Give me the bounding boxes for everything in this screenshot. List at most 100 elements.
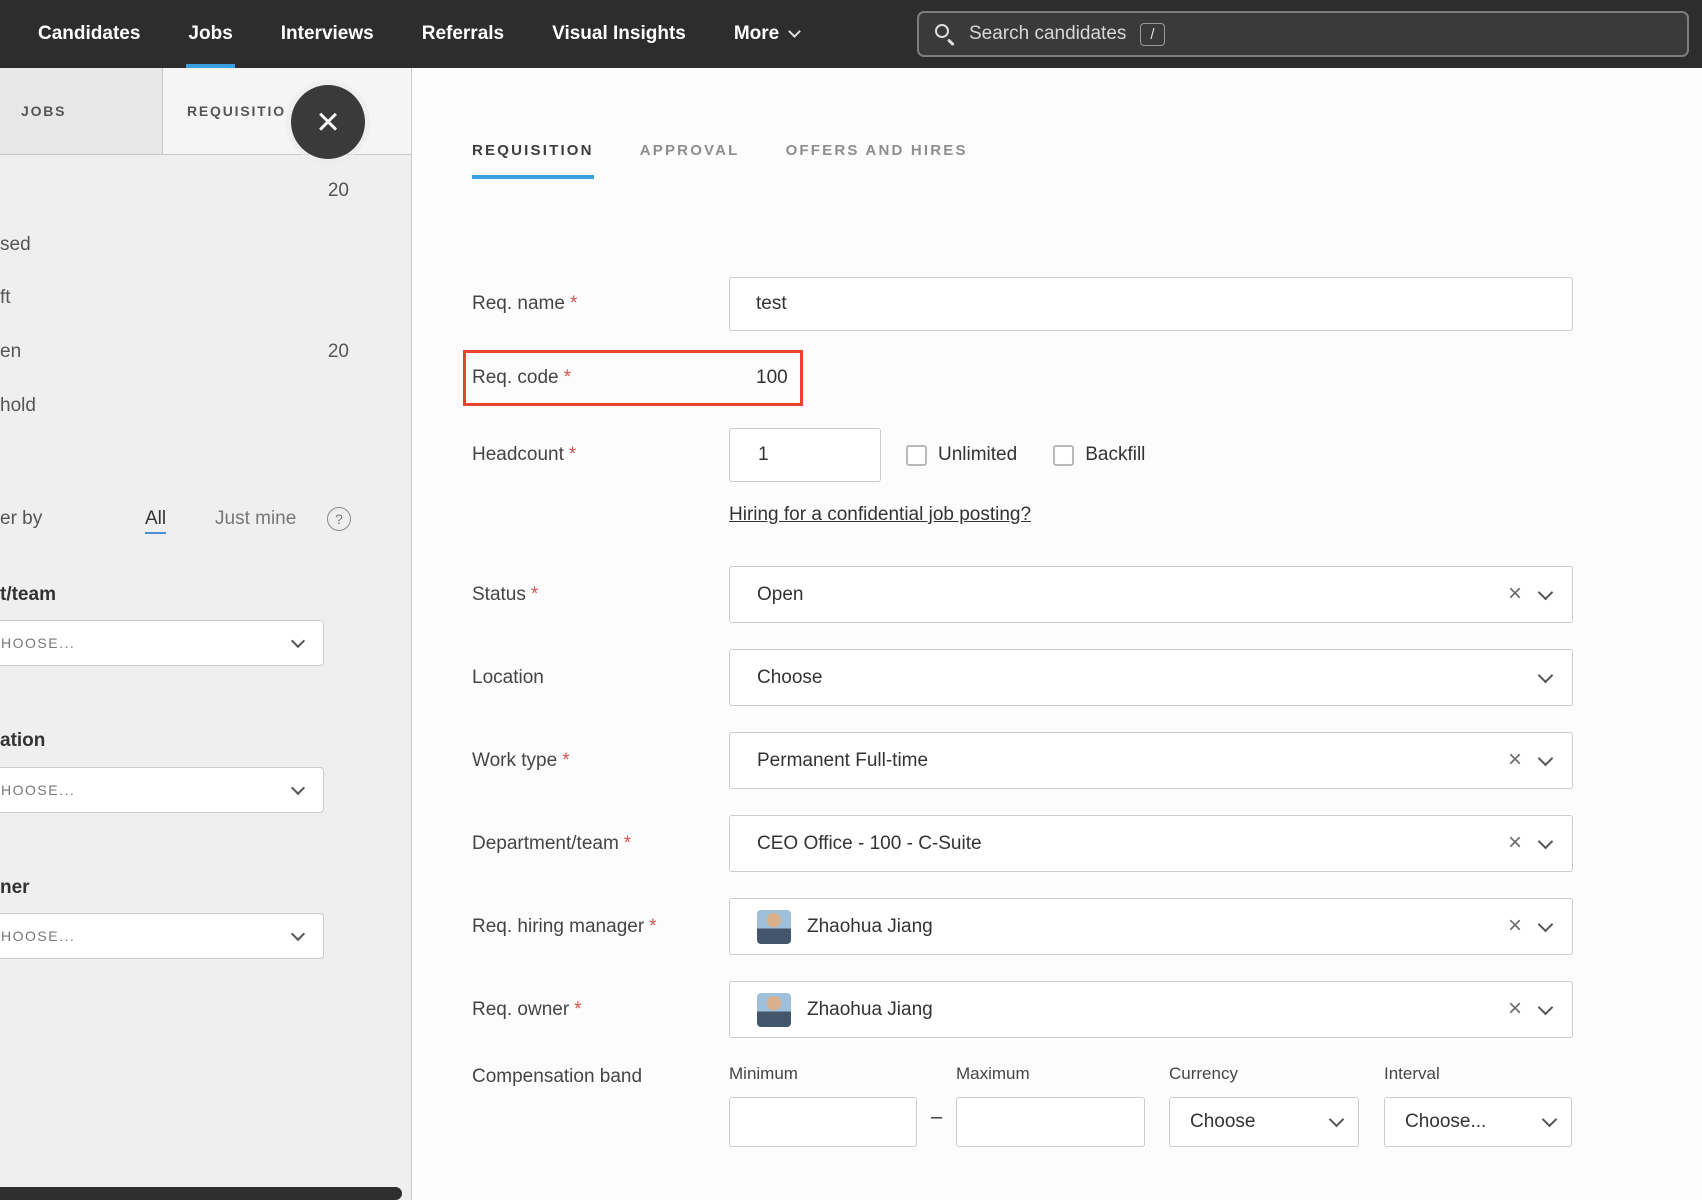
chevron-down-icon [788,25,802,38]
headcount-label: Headcount * [472,444,577,465]
filter-all-link[interactable]: All [145,508,167,534]
filter-just-mine-link[interactable]: Just mine [215,508,296,530]
interval-select-value: Choose... [1405,1111,1487,1132]
facet-select-department-team[interactable]: HOOSE... [0,620,324,666]
nav-item-interviews[interactable]: Interviews [281,0,374,68]
maximum-input[interactable] [956,1097,1145,1147]
help-icon[interactable]: ? [327,507,351,531]
clear-icon[interactable]: × [1508,913,1522,938]
search-input[interactable]: Search candidates / [917,11,1689,57]
list-item[interactable]: en 20 [0,341,411,363]
unlimited-checkbox[interactable] [906,444,927,466]
facet-select-owner[interactable]: HOOSE... [0,913,324,959]
list-item[interactable]: ft [0,287,411,309]
facet-label-department-team: t/team [0,584,56,605]
headcount-input[interactable] [729,428,881,482]
interval-label: Interval [1384,1064,1440,1083]
req-owner-row: Req. owner * Zhaohua Jiang × [472,981,1573,1038]
currency-select[interactable]: Choose [1169,1097,1359,1147]
clear-icon[interactable]: × [1508,830,1522,855]
req-name-input[interactable] [729,277,1573,331]
nav-item-referrals[interactable]: Referrals [422,0,504,68]
department-team-select[interactable]: CEO Office - 100 - C-Suite × [729,815,1573,872]
chevron-down-icon [1537,750,1554,766]
location-row: Location Choose [472,649,1573,706]
jobs-sidebar: JOBS REQUISITIO × 20 sed ft en 20 hold e… [0,68,412,1200]
search-icon [935,23,956,46]
location-select-value: Choose [757,666,823,688]
minimum-column: Minimum [729,1064,917,1147]
facet-label-owner: ner [0,877,30,898]
minimum-label: Minimum [729,1064,798,1083]
nav-item-more[interactable]: More [734,0,802,68]
location-select[interactable]: Choose [729,649,1573,706]
compensation-band-label: Compensation band [472,1066,643,1087]
avatar [757,992,791,1027]
filter-by-label: er by [0,508,43,529]
list-item[interactable]: sed [0,234,411,256]
interval-select[interactable]: Choose... [1384,1097,1572,1147]
confidential-posting-link[interactable]: Hiring for a confidential job posting? [729,504,1031,525]
req-code-value[interactable]: 100 [729,367,788,389]
list-item-label: ft [0,287,11,308]
sidebar-tab-label: REQUISITIO [187,103,286,119]
facet-label-location: ation [0,730,46,751]
status-label: Status * [472,583,539,605]
facet-select-value: HOOSE... [1,928,76,944]
tab-approval[interactable]: APPROVAL [640,142,740,179]
nav-item-candidates[interactable]: Candidates [38,0,140,68]
close-button[interactable]: × [291,85,365,159]
nav-item-visual-insights[interactable]: Visual Insights [552,0,686,68]
minimum-input[interactable] [729,1097,917,1147]
unlimited-checkbox-label: Unlimited [938,444,1018,465]
status-select[interactable]: Open × [729,566,1573,623]
backfill-checkbox-group[interactable]: Backfill [1053,444,1145,466]
clear-icon[interactable]: × [1508,747,1522,772]
clear-icon[interactable]: × [1508,996,1522,1021]
interval-column: Interval Choose... [1384,1064,1572,1147]
currency-label: Currency [1169,1064,1238,1083]
currency-column: Currency Choose [1169,1064,1359,1147]
required-asterisk: * [563,367,572,388]
close-icon: × [316,99,340,144]
top-nav: Candidates Jobs Interviews Referrals Vis… [0,0,1702,68]
backfill-checkbox[interactable] [1053,444,1075,466]
hiring-manager-row: Req. hiring manager * Zhaohua Jiang × [472,898,1573,955]
hiring-manager-select[interactable]: Zhaohua Jiang × [729,898,1573,955]
currency-select-value: Choose [1190,1111,1256,1132]
clear-icon[interactable]: × [1508,581,1522,606]
maximum-column: Maximum [956,1064,1145,1147]
nav-item-jobs[interactable]: Jobs [186,0,235,68]
facet-select-location[interactable]: HOOSE... [0,767,324,813]
department-team-select-value: CEO Office - 100 - C-Suite [757,832,982,854]
required-asterisk: * [574,998,582,1020]
chevron-down-icon [1328,1111,1345,1128]
required-asterisk: * [649,915,657,937]
chevron-down-icon [290,633,306,649]
list-item-label: sed [0,234,31,255]
maximum-label: Maximum [956,1064,1030,1083]
req-owner-select[interactable]: Zhaohua Jiang × [729,981,1573,1038]
work-type-label: Work type * [472,749,570,771]
list-item-label: en [0,341,22,362]
list-item[interactable]: hold [0,395,411,417]
chevron-down-icon [1537,667,1554,683]
nav-item-label: Jobs [188,23,233,44]
range-separator: – [930,1106,943,1128]
tab-requisition[interactable]: REQUISITION [472,142,594,179]
status-select-value: Open [757,583,804,605]
req-code-row: Req. code * 100 [463,350,1573,406]
sidebar-tab-jobs[interactable]: JOBS [0,68,163,154]
department-team-label: Department/team * [472,832,632,854]
backfill-checkbox-label: Backfill [1085,444,1146,465]
req-owner-select-value: Zhaohua Jiang [807,998,933,1020]
nav-item-label: Referrals [421,23,505,44]
tab-offers-and-hires[interactable]: OFFERS AND HIRES [786,142,968,179]
chevron-down-icon [1537,916,1554,932]
nav-item-label: Visual Insights [552,23,686,44]
sidebar-tab-requisitions[interactable]: REQUISITIO [163,68,411,154]
unlimited-checkbox-group[interactable]: Unlimited [906,444,1017,466]
work-type-select[interactable]: Permanent Full-time × [729,732,1573,789]
facet-select-value: HOOSE... [1,635,76,651]
avatar [757,909,791,944]
